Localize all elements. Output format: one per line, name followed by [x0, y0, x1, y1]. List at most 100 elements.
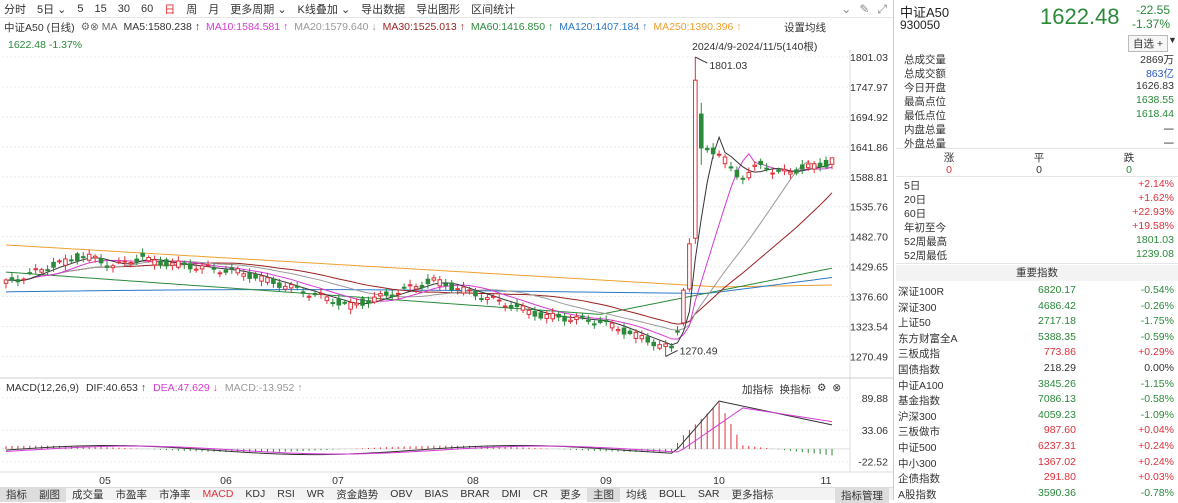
dropdown-arrow-icon[interactable]: ▼: [1168, 35, 1178, 47]
candle-body: [449, 282, 454, 291]
indicator-tab[interactable]: KDJ: [239, 488, 271, 500]
high-marker: [695, 56, 708, 64]
candle-body: [633, 331, 639, 339]
index-row[interactable]: 深证300 4686.42 -0.26%: [898, 300, 1176, 315]
candle-body: [75, 253, 80, 262]
indicator-tab[interactable]: 主图: [587, 486, 621, 502]
stat-row: 最高点位 1638.55: [904, 94, 1174, 108]
candle-body: [526, 309, 532, 315]
candle-body: [395, 292, 401, 295]
x-tick-label: 10: [713, 475, 725, 487]
candle-body: [140, 252, 145, 257]
index-row[interactable]: 三板做市 987.60 +0.04%: [898, 424, 1176, 439]
candle-body: [116, 261, 122, 264]
candle-body: [722, 156, 728, 165]
indicator-tab[interactable]: DMI: [496, 488, 527, 500]
index-row[interactable]: 三板成指 773.86 +0.29%: [898, 346, 1176, 361]
candle-body: [277, 282, 282, 288]
indicator-tab[interactable]: 副图: [33, 486, 66, 502]
period-label: 60日: [904, 208, 927, 220]
last-price: 1622.48: [1040, 4, 1120, 29]
candle-body: [805, 163, 811, 169]
candle-body: [413, 286, 419, 290]
indicator-tab[interactable]: 市盈率: [110, 487, 154, 502]
index-row-price: 4686.42: [1038, 299, 1076, 312]
index-row-price: 987.60: [1043, 424, 1076, 437]
indicator-tab[interactable]: BIAS: [418, 488, 454, 500]
indicator-tab[interactable]: 市净率: [153, 487, 197, 502]
dif-line: [5, 400, 833, 456]
candle-body: [223, 269, 229, 273]
index-row-price: 218.29: [1043, 362, 1076, 374]
indicator-tab[interactable]: OBV: [384, 488, 418, 500]
candle-body: [306, 295, 312, 298]
candle-body: [211, 267, 217, 270]
indicator-tab[interactable]: 成交量: [66, 487, 110, 502]
candle-body: [823, 160, 829, 168]
index-row-change: -0.58%: [1140, 393, 1174, 406]
index-code: 930050: [900, 18, 941, 32]
indicator-tab[interactable]: 指标: [0, 486, 33, 502]
indicator-tab[interactable]: CR: [527, 488, 554, 500]
index-row[interactable]: 国债指数 218.29 0.00%: [898, 362, 1176, 377]
y-tick-label: 1429.65: [850, 262, 888, 274]
candle-body: [229, 267, 235, 270]
candle-body: [508, 305, 514, 309]
indicator-tab[interactable]: 更多: [554, 487, 587, 502]
index-row[interactable]: 中证500 6237.31 +0.24%: [898, 440, 1176, 455]
index-row[interactable]: 企债指数 291.80 +0.03%: [898, 471, 1176, 486]
candle-body: [574, 316, 579, 320]
candle-body: [104, 265, 110, 268]
stat-value: 1618.44: [1136, 108, 1174, 120]
index-row-price: 7086.13: [1038, 393, 1076, 406]
index-row[interactable]: 中小300 1367.02 +0.24%: [898, 456, 1176, 471]
indicator-tab[interactable]: 资金趋势: [330, 487, 384, 502]
gear-icon[interactable]: ⚙: [817, 382, 826, 397]
stat-value: 863亿: [1145, 68, 1174, 80]
stat-row: 今日开盘 1626.83: [904, 80, 1174, 94]
indicator-tab[interactable]: RSI: [271, 488, 301, 500]
index-row[interactable]: 中证A100 3845.26 -1.15%: [898, 378, 1176, 393]
indicator-tab[interactable]: BOLL: [653, 488, 692, 500]
candle-body: [354, 302, 359, 306]
index-row-change: -1.15%: [1140, 377, 1174, 390]
panel-divider: [893, 0, 894, 500]
indicator-tab[interactable]: 均线: [620, 487, 653, 502]
candle-body: [241, 273, 246, 277]
index-row-change: +0.24%: [1138, 440, 1174, 452]
index-row-name: 三板成指: [898, 348, 940, 361]
indicator-tab[interactable]: WR: [301, 488, 331, 500]
index-row[interactable]: 基金指数 7086.13 -0.58%: [898, 393, 1176, 408]
candle-body: [639, 335, 645, 340]
index-row-price: 6237.31: [1038, 440, 1076, 452]
indicator-tab[interactable]: BRAR: [454, 488, 495, 500]
candle-body: [92, 255, 98, 259]
candle-body: [294, 285, 300, 288]
indicator-tab[interactable]: MACD: [197, 488, 240, 500]
index-row-price: 4059.23: [1038, 408, 1076, 421]
candle-body: [455, 288, 460, 291]
swap-indicator-button[interactable]: 换指标: [780, 382, 812, 397]
period-value: +1.62%: [1138, 192, 1174, 204]
add-watchlist-button[interactable]: 自选 +: [1128, 35, 1169, 52]
candle-body: [490, 295, 496, 298]
add-indicator-button[interactable]: 加指标: [742, 382, 774, 397]
candle-body: [3, 279, 9, 284]
candle-body: [675, 330, 680, 333]
indicator-tab[interactable]: SAR: [692, 488, 726, 500]
indicator-manage-button[interactable]: 指标管理: [835, 488, 889, 503]
close-icon[interactable]: ⊗: [832, 382, 841, 397]
kline-chart[interactable]: 1801.03 1747.97 1694.92 1641.86 1588.81 1535.…: [0, 0, 893, 487]
index-row[interactable]: 沪深300 4059.23 -1.09%: [898, 409, 1176, 424]
x-tick-label: 11: [821, 475, 832, 487]
candle-body: [485, 297, 490, 301]
candle-body: [300, 291, 306, 294]
index-row[interactable]: 上证50 2717.18 -1.75%: [898, 315, 1176, 330]
ma-line: [5, 153, 833, 340]
candle-body: [384, 291, 389, 296]
index-row[interactable]: 东方财富全A 5388.35 -0.59%: [898, 331, 1176, 346]
index-row[interactable]: 深证100R 6820.17 -0.54%: [898, 284, 1176, 299]
index-row-price: 773.86: [1043, 346, 1076, 359]
period-label: 52周最高: [904, 236, 948, 248]
indicator-tab[interactable]: 更多指标: [725, 487, 779, 502]
